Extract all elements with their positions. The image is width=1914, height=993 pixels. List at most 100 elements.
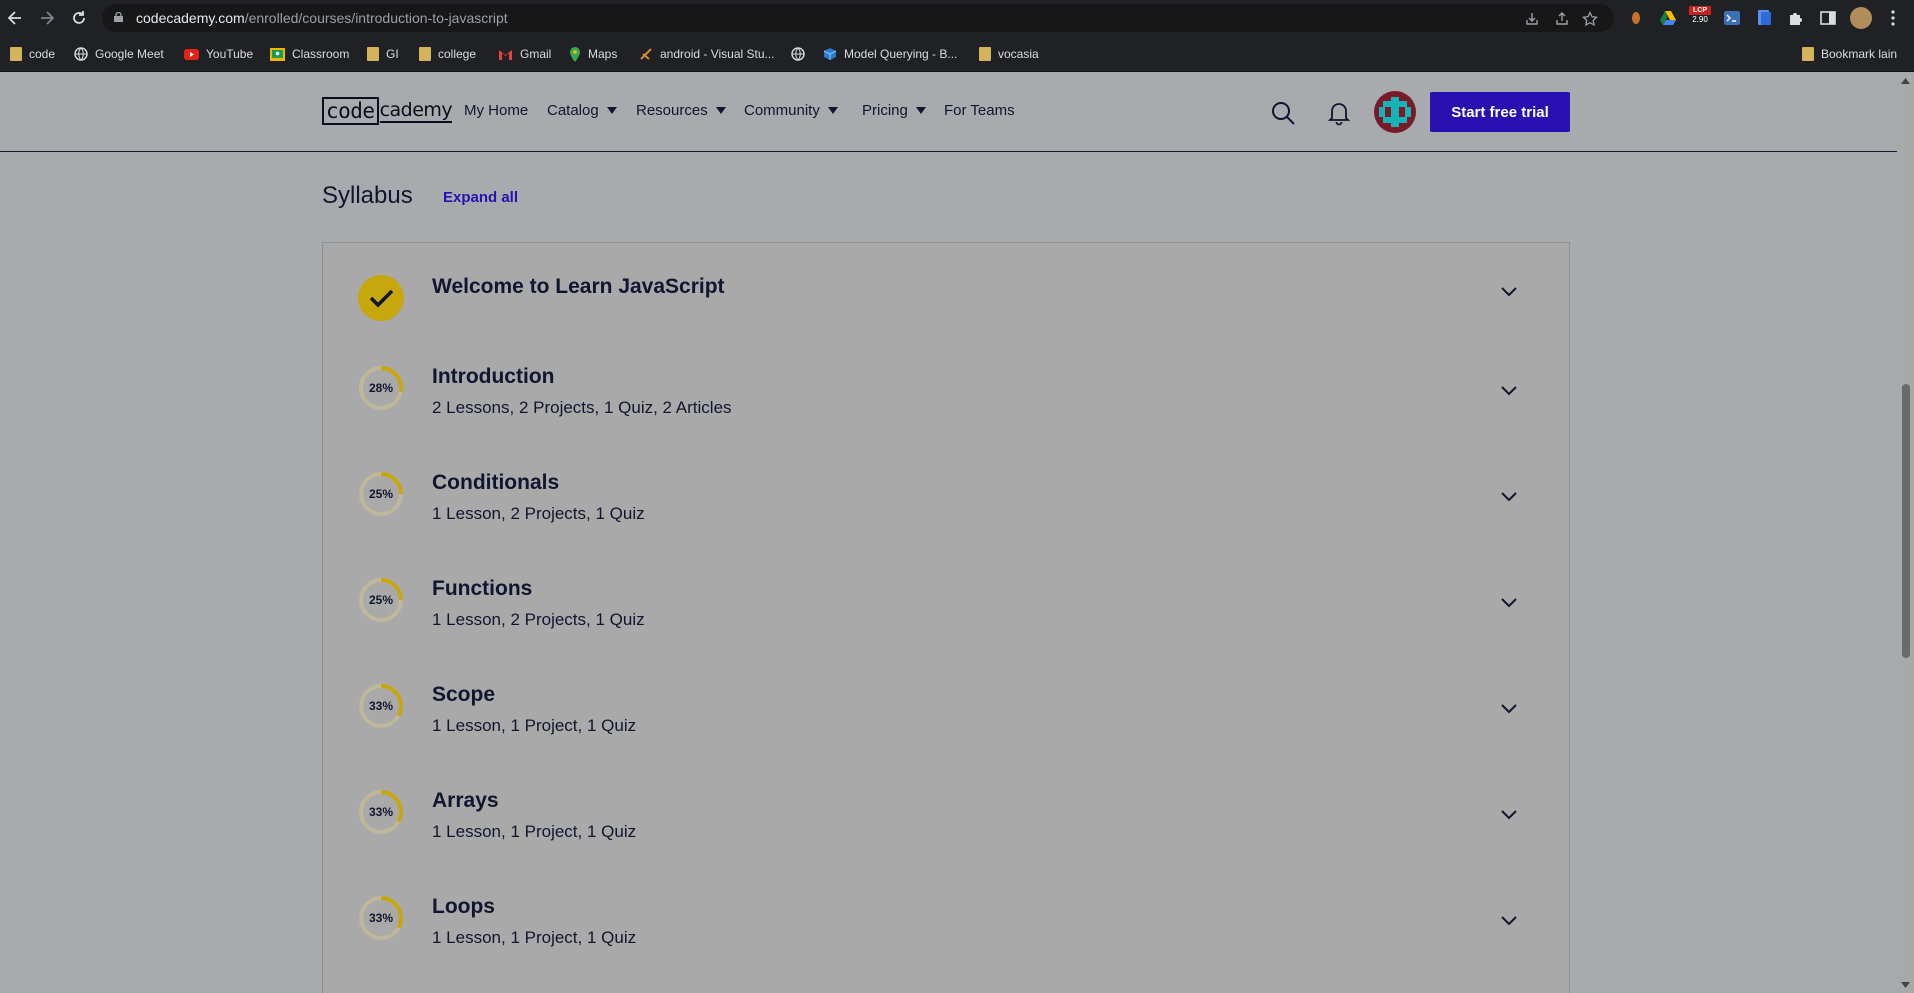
progress-ring: 25% [358, 577, 404, 623]
bookmark-gmail[interactable]: Gmail [498, 45, 551, 63]
lock-icon [114, 12, 123, 22]
caret-down-icon [915, 107, 926, 114]
side-panel-icon[interactable] [1819, 9, 1837, 27]
bookmark-classroom[interactable]: Classroom [270, 45, 349, 63]
chevron-down-icon[interactable] [1500, 914, 1518, 926]
module-scope[interactable]: 33% Scope 1 Lesson, 1 Project, 1 Quiz [323, 683, 1569, 773]
bookmark-vocasia[interactable]: vocasia [979, 45, 1039, 63]
other-bookmarks[interactable]: Bookmark lain [1802, 45, 1897, 63]
bookmark-globe[interactable] [791, 45, 805, 63]
bookmark-code[interactable]: code [10, 45, 55, 63]
reload-icon[interactable] [70, 9, 88, 27]
progress-ring: 25% [358, 471, 404, 517]
module-summary: 1 Lesson, 1 Project, 1 Quiz [432, 716, 637, 735]
puzzle-icon[interactable] [1787, 9, 1805, 27]
module-welcome[interactable]: Welcome to Learn JavaScript [323, 271, 1569, 361]
progress-ring: 28% [358, 365, 404, 411]
module-title: Scope [432, 683, 496, 706]
scroll-up-icon[interactable] [1901, 78, 1910, 84]
folder-icon [419, 47, 431, 61]
maps-icon [570, 46, 580, 62]
codecademy-logo[interactable]: code cademy [322, 96, 453, 126]
caret-down-icon [606, 107, 617, 114]
nav-catalog[interactable]: Catalog [547, 102, 617, 119]
module-summary: 1 Lesson, 1 Project, 1 Quiz [432, 822, 637, 841]
star-icon[interactable] [1582, 11, 1598, 27]
module-introduction[interactable]: 28% Introduction 2 Lessons, 2 Projects, … [323, 365, 1569, 455]
folder-icon [979, 47, 991, 61]
start-free-trial-button[interactable]: Start free trial [1430, 92, 1570, 132]
module-conditionals[interactable]: 25% Conditionals 1 Lesson, 2 Projects, 1… [323, 471, 1569, 561]
module-title: Introduction [432, 365, 555, 388]
forward-icon[interactable] [38, 9, 56, 27]
visual-studio-icon [640, 48, 652, 60]
chevron-down-icon[interactable] [1500, 490, 1518, 502]
folder-icon [10, 47, 22, 61]
module-title: Welcome to Learn JavaScript [432, 275, 725, 298]
globe-icon [791, 47, 805, 61]
drive-icon[interactable] [1659, 9, 1677, 27]
nav-resources[interactable]: Resources [636, 102, 726, 119]
bell-icon[interactable] [1327, 100, 1351, 126]
nav-community[interactable]: Community [744, 102, 838, 119]
bookmark-maps[interactable]: Maps [569, 45, 617, 63]
docs-extension-icon[interactable] [1755, 9, 1773, 27]
bookmark-youtube[interactable]: YouTube [184, 45, 253, 63]
url-text: codecademy.com/enrolled/courses/introduc… [136, 10, 508, 26]
youtube-icon [184, 48, 199, 60]
syllabus-heading: Syllabus [322, 182, 413, 209]
menu-icon[interactable] [1884, 9, 1902, 27]
module-summary: 1 Lesson, 1 Project, 1 Quiz [432, 928, 637, 947]
module-summary: 1 Lesson, 2 Projects, 1 Quiz [432, 610, 645, 629]
avatar[interactable] [1374, 91, 1416, 133]
bookmark-google-meet[interactable]: Google Meet [74, 45, 164, 63]
nav-my-home[interactable]: My Home [464, 102, 528, 119]
module-title: Functions [432, 577, 533, 600]
module-title: Arrays [432, 789, 499, 812]
module-arrays[interactable]: 33% Arrays 1 Lesson, 1 Project, 1 Quiz [323, 789, 1569, 879]
address-bar[interactable]: codecademy.com/enrolled/courses/introduc… [102, 4, 1614, 32]
back-icon[interactable] [6, 9, 24, 27]
module-summary: 2 Lessons, 2 Projects, 1 Quiz, 2 Article… [432, 398, 732, 417]
scroll-thumb[interactable] [1902, 384, 1910, 658]
page-scrollbar[interactable] [1897, 72, 1914, 993]
module-summary: 1 Lesson, 2 Projects, 1 Quiz [432, 504, 645, 523]
chevron-down-icon[interactable] [1500, 702, 1518, 714]
folder-icon [367, 47, 379, 61]
chevron-down-icon[interactable] [1500, 596, 1518, 608]
classroom-icon [270, 47, 285, 61]
completed-check-icon [358, 275, 404, 321]
scroll-down-icon[interactable] [1901, 982, 1910, 988]
site-header: code cademy My Home Catalog Resources Com… [0, 72, 1897, 152]
share-icon[interactable] [1554, 11, 1570, 27]
bookmark-model-querying[interactable]: Model Querying - B... [823, 45, 957, 63]
module-functions[interactable]: 25% Functions 1 Lesson, 2 Projects, 1 Qu… [323, 577, 1569, 667]
cube-icon [823, 48, 837, 60]
search-icon[interactable] [1270, 100, 1296, 126]
chevron-down-icon[interactable] [1500, 285, 1518, 297]
bookmark-android-visual-studio[interactable]: android - Visual Stu... [639, 45, 775, 63]
progress-ring: 33% [358, 895, 404, 941]
bookmark-gi[interactable]: GI [367, 45, 399, 63]
caret-down-icon [827, 107, 838, 114]
syllabus-panel: Welcome to Learn JavaScript 28% Introduc… [322, 242, 1570, 993]
globe-icon [74, 47, 88, 61]
module-title: Conditionals [432, 471, 560, 494]
module-title: Loops [432, 895, 495, 918]
chevron-down-icon[interactable] [1500, 384, 1518, 396]
caret-down-icon [715, 107, 726, 114]
gmail-icon [499, 49, 512, 60]
progress-ring: 33% [358, 683, 404, 729]
lcp-extension-icon[interactable]: LCP 2.90 [1689, 6, 1711, 30]
profile-icon[interactable] [1850, 7, 1872, 29]
nav-pricing[interactable]: Pricing [862, 102, 926, 119]
chevron-down-icon[interactable] [1500, 808, 1518, 820]
module-loops[interactable]: 33% Loops 1 Lesson, 1 Project, 1 Quiz [323, 895, 1569, 985]
nav-for-teams[interactable]: For Teams [944, 102, 1015, 119]
install-icon[interactable] [1524, 11, 1540, 27]
extension-icon[interactable] [1627, 9, 1645, 27]
bookmark-college[interactable]: college [419, 45, 476, 63]
terminal-icon[interactable] [1723, 9, 1741, 27]
progress-ring: 33% [358, 789, 404, 835]
expand-all-link[interactable]: Expand all [443, 189, 518, 206]
